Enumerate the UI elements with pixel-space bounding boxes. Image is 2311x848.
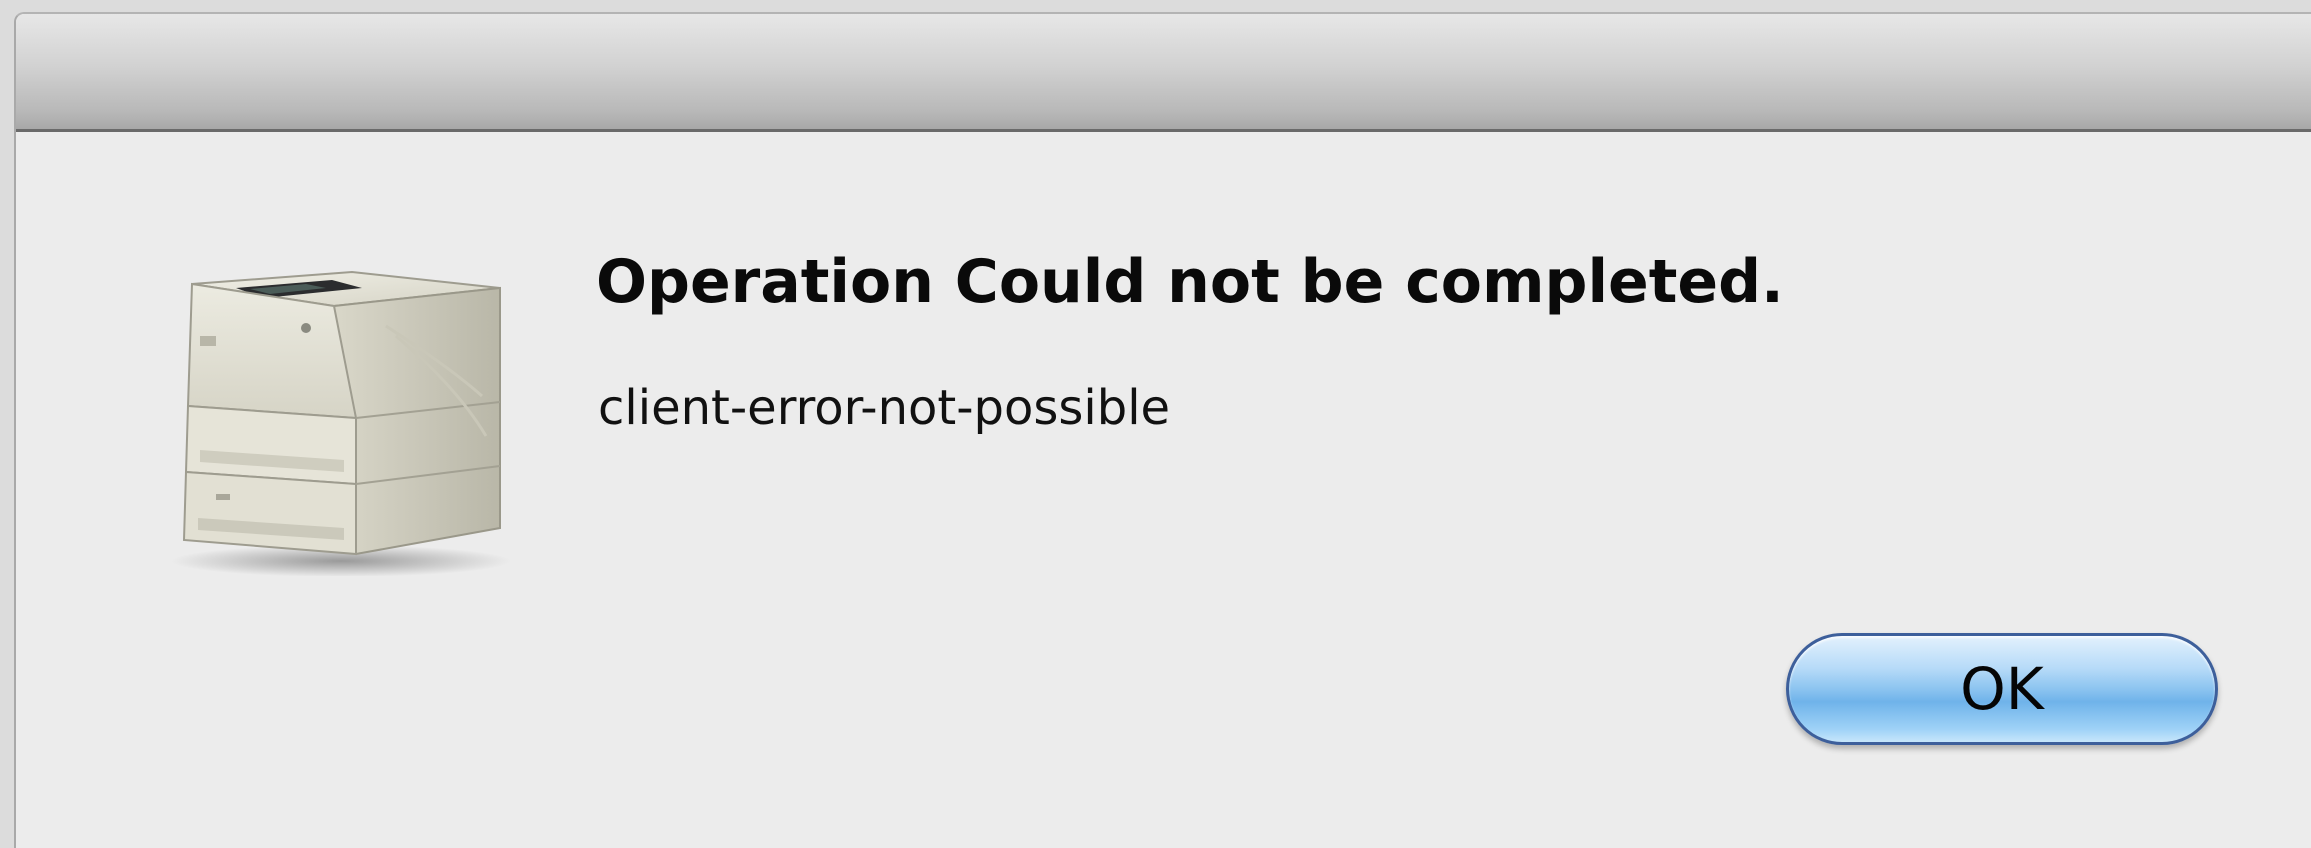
alert-dialog: Operation Could not be completed. client… (14, 12, 2311, 848)
printer-icon (156, 236, 516, 577)
dialog-message: client-error-not-possible (598, 380, 1171, 436)
ok-button[interactable]: OK (1786, 633, 2218, 745)
window-titlebar[interactable] (16, 14, 2311, 132)
dialog-title: Operation Could not be completed. (596, 247, 1784, 317)
